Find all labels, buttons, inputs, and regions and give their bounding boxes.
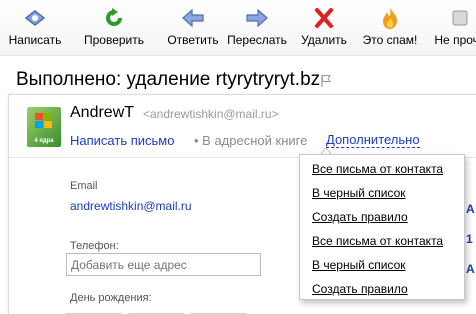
delete-button[interactable]: Удалить xyxy=(296,6,352,52)
not-spam-button[interactable]: Не прочи xyxy=(430,6,476,52)
page-title: Выполнено: удаление rtyrytryryt.bz xyxy=(16,69,321,90)
windows-logo-icon xyxy=(35,113,52,128)
more-actions-link[interactable]: Дополнительно xyxy=(326,133,420,148)
check-mail-label: Проверить xyxy=(83,33,144,47)
contact-name: AndrewT xyxy=(70,104,135,121)
address-book-status: • В адресной книге xyxy=(194,133,308,148)
phone-label: Телефон: xyxy=(70,240,119,252)
forward-icon xyxy=(246,8,268,28)
email-label: Email xyxy=(70,180,98,192)
email-value-link[interactable]: andrewtishkin@mail.ru xyxy=(70,199,192,213)
birthday-label: День рождения: xyxy=(70,292,152,304)
contact-email-header: <andrewtishkin@mail.ru> xyxy=(143,107,279,121)
birthday-selects[interactable] xyxy=(66,310,266,314)
spam-button[interactable]: Это спам! xyxy=(360,6,420,52)
menu-item-blacklist[interactable]: В черный список xyxy=(312,258,406,272)
right-edge-fragment: А xyxy=(466,202,475,216)
forward-button[interactable]: Переслать xyxy=(224,6,290,52)
delete-label: Удалить xyxy=(301,33,347,47)
forward-label: Переслать xyxy=(227,33,287,47)
menu-item-create-rule[interactable]: Создать правило xyxy=(312,210,408,224)
phone-input[interactable] xyxy=(66,253,261,276)
compose-label: Написать xyxy=(8,33,62,47)
reply-icon xyxy=(182,8,204,28)
write-letter-link[interactable]: Написать письмо xyxy=(70,133,174,148)
spam-label: Это спам! xyxy=(362,33,418,47)
menu-item-create-rule[interactable]: Создать правило xyxy=(312,282,408,296)
toolbar: Написать Проверить Ответить Переслать Уд… xyxy=(0,0,476,56)
delete-icon xyxy=(315,8,333,28)
compose-icon xyxy=(24,10,46,26)
avatar: 4 ядра xyxy=(27,107,61,147)
right-edge-fragment: 1 xyxy=(466,232,473,246)
not-spam-label: Не прочи xyxy=(434,33,476,47)
avatar-caption: 4 ядра xyxy=(34,138,54,144)
reply-label: Ответить xyxy=(167,33,219,47)
more-actions-dropdown: Все письма от контакта В черный список С… xyxy=(299,154,465,300)
right-edge-fragment: А xyxy=(466,262,475,276)
flag-icon[interactable] xyxy=(320,74,332,88)
compose-button[interactable]: Написать xyxy=(6,6,64,52)
check-mail-button[interactable]: Проверить xyxy=(80,6,148,52)
menu-item-blacklist[interactable]: В черный список xyxy=(312,186,406,200)
menu-item-all-letters[interactable]: Все письма от контакта xyxy=(312,234,443,248)
refresh-icon xyxy=(106,8,122,26)
not-spam-icon xyxy=(452,10,468,26)
reply-button[interactable]: Ответить xyxy=(156,6,230,52)
menu-item-all-letters[interactable]: Все письма от контакта xyxy=(312,162,443,176)
spam-fire-icon xyxy=(383,8,397,29)
